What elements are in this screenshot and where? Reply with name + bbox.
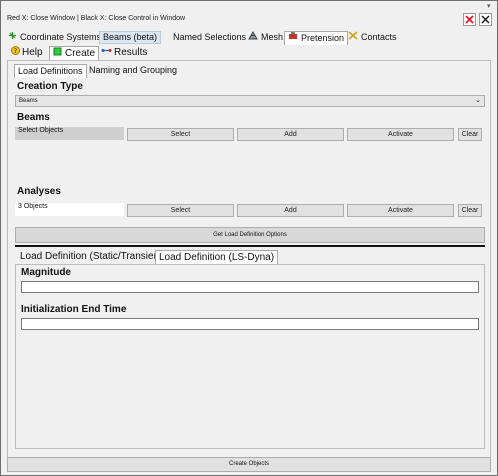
close-window-button[interactable] [463,13,476,26]
svg-text:?: ? [14,48,17,55]
tab-label: Coordinate Systems [20,32,102,42]
tab-label: Naming and Grouping [89,65,178,75]
tab-label: Load Definition (LS-Dyna) [159,252,275,263]
tab-results[interactable]: Results [98,46,150,59]
tab-beams[interactable]: Beams (beta) [99,31,162,44]
tab-load-definitions[interactable]: Load Definitions [14,64,87,78]
tab-label: Help [22,47,43,59]
coordinate-systems-icon [8,31,17,44]
dialog-window: Red X: Close Window | Black X: Close Con… [0,0,498,476]
pin-icon[interactable]: ▾ [487,2,491,10]
mesh-icon [248,31,258,44]
tab-load-definition-static-transient[interactable]: Load Definition (Static/Transient) [17,250,168,264]
tab-label: Create [65,48,96,60]
main-tab-bar: Coordinate Systems Beams (beta) Named Se… [1,31,497,45]
create-icon [53,47,62,60]
analyses-heading: Analyses [17,186,61,197]
beams-selection-box[interactable]: Select Objects [15,127,124,140]
tab-named-selections[interactable]: Named Selections [170,31,249,44]
creation-type-value: Beams [19,98,38,104]
tab-label: Beams (beta) [103,32,158,42]
creation-type-dropdown[interactable]: Beams ⌄ [15,95,485,107]
beams-activate-button[interactable]: Activate [347,128,454,141]
tab-label: Load Definition (Static/Transient) [20,251,166,262]
beams-clear-button[interactable]: Clear [458,128,482,141]
tab-label: Named Selections [173,32,247,42]
tab-create[interactable]: Create [49,46,100,60]
beams-select-button[interactable]: Select [127,128,234,141]
results-icon [101,46,112,59]
tab-mesh[interactable]: Mesh [245,31,286,44]
beams-heading: Beams [17,112,50,123]
tab-coordinate-systems[interactable]: Coordinate Systems [5,31,104,44]
tab-pretension[interactable]: Pretension [284,31,349,45]
beams-add-button[interactable]: Add [237,128,344,141]
tab-help[interactable]: ? Help [8,46,46,59]
tab-label: Pretension [301,33,345,43]
create-objects-button[interactable]: Create Objects [7,457,491,472]
magnitude-heading: Magnitude [21,267,71,278]
divider [15,245,485,247]
analyses-selection-box[interactable]: 3 Objects [15,203,124,216]
initialization-end-time-input[interactable] [21,318,479,330]
tab-load-definition-ls-dyna[interactable]: Load Definition (LS-Dyna) [155,250,279,265]
tab-label: Results [114,47,148,59]
analyses-activate-button[interactable]: Activate [347,204,454,217]
close-control-button[interactable] [479,13,492,26]
title-bar: Red X: Close Window | Black X: Close Con… [1,1,497,31]
analyses-selection-text: 3 Objects [18,203,48,210]
window-title: Red X: Close Window | Black X: Close Con… [7,15,186,22]
analyses-select-button[interactable]: Select [127,204,234,217]
initialization-end-time-heading: Initialization End Time [21,304,127,315]
black-close-icon [481,15,490,24]
beams-selection-text: Select Objects [18,127,64,134]
contacts-icon [348,31,358,44]
tab-naming-and-grouping[interactable]: Naming and Grouping [86,64,180,77]
tab-label: Mesh [261,32,284,42]
magnitude-input[interactable] [21,281,479,293]
analyses-clear-button[interactable]: Clear [458,204,482,217]
get-load-definition-options-button[interactable]: Get Load Definition Options [15,227,485,243]
analyses-add-button[interactable]: Add [237,204,344,217]
help-icon: ? [11,46,20,59]
red-close-icon [465,15,474,24]
tab-contacts[interactable]: Contacts [345,31,400,44]
pretension-icon [288,32,298,45]
tab-label: Load Definitions [18,66,83,76]
chevron-down-icon: ⌄ [475,97,481,104]
tab-label: Contacts [361,32,397,42]
creation-type-heading: Creation Type [17,81,83,92]
